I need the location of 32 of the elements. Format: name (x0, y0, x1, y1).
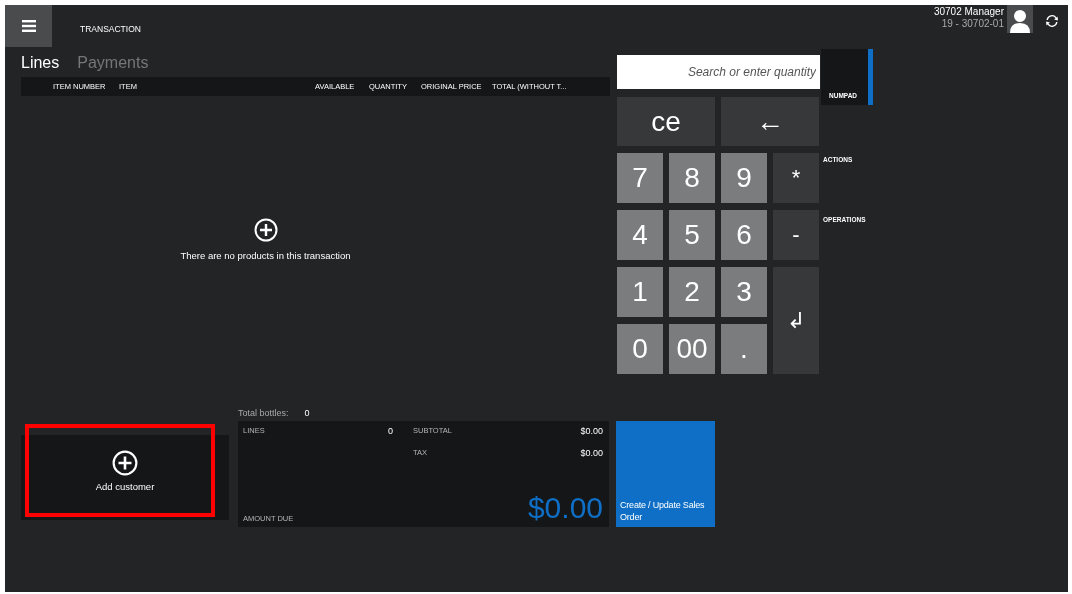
user-name: 30702 Manager (933, 6, 1004, 17)
bottles-count: 0 (304, 408, 310, 418)
numpad-key[interactable]: 3 (721, 267, 767, 317)
tax-value: $0.00 (580, 448, 603, 458)
tab[interactable]: Lines (21, 54, 60, 72)
tab[interactable]: Payments (77, 54, 149, 72)
create-sales-order-button[interactable]: Create / Update Sales Order (616, 421, 715, 527)
numpad-key[interactable]: ↲ (773, 267, 819, 374)
numpad-key[interactable]: ← (721, 97, 819, 146)
numpad-key[interactable]: . (721, 324, 767, 374)
lines-count: 0 (388, 426, 393, 436)
numpad-key[interactable]: 00 (669, 324, 715, 374)
numpad-key[interactable]: - (773, 210, 819, 260)
numpad-key[interactable]: 7 (617, 153, 663, 203)
numpad-key[interactable]: 4 (617, 210, 663, 260)
amount-due-value: $0.00 (527, 493, 603, 523)
register-id: 19 - 30702-01 (940, 18, 1004, 29)
bottles-label: Total bottles: (238, 408, 289, 418)
numpad-key[interactable]: 1 (617, 267, 663, 317)
numpad-key[interactable]: 0 (617, 324, 663, 374)
numpad-key[interactable]: 9 (721, 153, 767, 203)
numpad-key[interactable]: ce (617, 97, 715, 146)
numpad-key[interactable]: 2 (669, 267, 715, 317)
numpad-key[interactable]: 8 (669, 153, 715, 203)
numpad-key[interactable]: 6 (721, 210, 767, 260)
numpad-key[interactable]: 5 (669, 210, 715, 260)
add-customer-button[interactable]: Add customer (21, 435, 229, 520)
page-title: TRANSACTION (80, 24, 141, 34)
empty-message: There are no products in this transaction (180, 250, 351, 261)
search-field[interactable]: Search or enter quantity (617, 55, 820, 89)
subtotal-value: $0.00 (580, 426, 603, 436)
numpad-key[interactable]: * (773, 153, 819, 203)
